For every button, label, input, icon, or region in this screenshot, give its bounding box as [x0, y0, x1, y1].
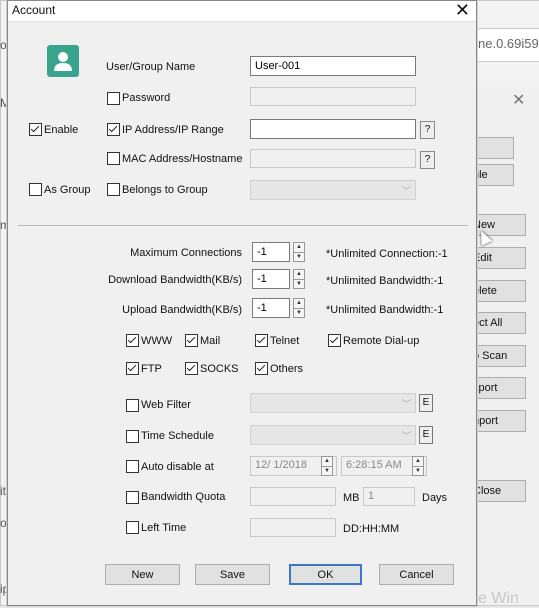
- auto-disable-time-text: 6:28:15 AM: [346, 459, 402, 471]
- bandwidth-quota-input[interactable]: [250, 487, 336, 506]
- ok-button[interactable]: OK: [289, 564, 362, 585]
- new-button[interactable]: New: [105, 564, 180, 585]
- mac-address-checkbox[interactable]: [107, 152, 120, 165]
- date-spinner[interactable]: ▲ ▼: [321, 456, 333, 476]
- bg-button-rule[interactable]: ule: [472, 164, 514, 186]
- belongs-to-group-select[interactable]: ﹀: [250, 180, 416, 200]
- bandwidth-quota-checkbox[interactable]: [126, 491, 139, 504]
- mac-help-button[interactable]: ?: [420, 151, 435, 169]
- as-group-label: As Group: [44, 184, 91, 196]
- remote-dialup-checkbox[interactable]: [328, 334, 341, 347]
- account-dialog: Account ✕ User/Group Name Password Enabl…: [7, 0, 477, 606]
- user-group-name-label: User/Group Name: [106, 61, 196, 73]
- time-schedule-select[interactable]: ﹀: [250, 425, 416, 445]
- bg-button-1[interactable]: [472, 137, 514, 159]
- belongs-to-group-checkbox[interactable]: [107, 183, 120, 196]
- divider: [18, 225, 468, 226]
- ip-help-button[interactable]: ?: [420, 121, 435, 139]
- www-label: WWW: [141, 335, 173, 347]
- password-input[interactable]: [250, 87, 416, 106]
- mb-label: MB: [343, 492, 360, 504]
- telnet-checkbox[interactable]: [255, 334, 268, 347]
- days-value: 1: [368, 490, 375, 502]
- left-time-checkbox[interactable]: [126, 521, 139, 534]
- chevron-down-icon: ﹀: [401, 431, 411, 441]
- cancel-button[interactable]: Cancel: [379, 564, 454, 585]
- password-checkbox[interactable]: [107, 92, 120, 105]
- upload-bandwidth-note: *Unlimited Bandwidth:-1: [326, 304, 444, 316]
- web-filter-checkbox[interactable]: [126, 399, 139, 412]
- max-connections-spinner[interactable]: ▲ ▼: [293, 242, 305, 262]
- password-label: Password: [122, 92, 171, 104]
- ftp-label: FTP: [141, 363, 162, 375]
- bg-button-edit[interactable]: Edit: [472, 247, 526, 269]
- ftp-checkbox[interactable]: [126, 362, 139, 375]
- chevron-down-icon: ﹀: [401, 399, 411, 409]
- upload-bandwidth-label: Upload Bandwidth(KB/s): [122, 304, 242, 316]
- bg-button-delete[interactable]: elete: [472, 280, 526, 302]
- web-filter-select[interactable]: ﹀: [250, 393, 416, 413]
- enable-label: Enable: [44, 124, 79, 136]
- bg-text-left-1: o: [0, 38, 7, 52]
- web-filter-label: Web Filter: [141, 399, 191, 411]
- upload-bandwidth-spinner[interactable]: ▲ ▼: [293, 298, 305, 318]
- user-avatar-icon: [47, 45, 79, 77]
- ip-address-input[interactable]: [250, 119, 416, 139]
- belongs-to-group-label: Belongs to Group: [122, 184, 208, 196]
- download-bandwidth-spinner[interactable]: ▲ ▼: [293, 269, 305, 289]
- bg-url-text: ne.0.69i59: [478, 36, 539, 51]
- socks-label: SOCKS: [200, 363, 239, 375]
- left-time-format: DD:HH:MM: [343, 523, 400, 535]
- others-checkbox[interactable]: [255, 362, 268, 375]
- time-schedule-label: Time Schedule: [141, 430, 214, 442]
- bg-button-auto-scan[interactable]: o Scan: [472, 345, 526, 367]
- auto-disable-date-text: 12/ 1/2018: [255, 459, 307, 471]
- ip-address-label: IP Address/IP Range: [122, 124, 224, 136]
- dialog-title: Account: [12, 3, 56, 17]
- download-bandwidth-note: *Unlimited Bandwidth:-1: [326, 275, 444, 287]
- bg-button-select-all[interactable]: ect All: [472, 312, 526, 334]
- www-checkbox[interactable]: [126, 334, 139, 347]
- as-group-checkbox[interactable]: [29, 183, 42, 196]
- left-time-input[interactable]: [250, 518, 336, 537]
- bg-close-icon[interactable]: ✕: [512, 90, 525, 110]
- ip-address-checkbox[interactable]: [107, 123, 120, 136]
- web-filter-edit-button[interactable]: E: [419, 394, 433, 412]
- enable-checkbox[interactable]: [29, 123, 42, 136]
- mail-checkbox[interactable]: [185, 334, 198, 347]
- socks-checkbox[interactable]: [185, 362, 198, 375]
- upload-bandwidth-input[interactable]: [252, 298, 290, 318]
- mail-label: Mail: [200, 335, 221, 347]
- remote-dialup-label: Remote Dial-up: [343, 335, 420, 347]
- download-bandwidth-input[interactable]: [252, 269, 290, 289]
- days-input[interactable]: 1: [363, 487, 415, 506]
- telnet-label: Telnet: [270, 335, 300, 347]
- bg-button-close[interactable]: Close: [472, 480, 526, 502]
- days-label: Days: [422, 492, 448, 504]
- time-schedule-checkbox[interactable]: [126, 430, 139, 443]
- user-group-name-input[interactable]: [250, 56, 416, 76]
- mac-address-label: MAC Address/Hostname: [122, 153, 243, 165]
- max-connections-input[interactable]: [252, 242, 290, 262]
- time-schedule-edit-button[interactable]: E: [419, 426, 433, 444]
- bg-text-left-5: o: [0, 516, 7, 530]
- time-spinner[interactable]: ▲ ▼: [412, 456, 424, 476]
- save-button[interactable]: Save: [195, 564, 270, 585]
- left-time-label: Left Time: [141, 522, 187, 534]
- mac-address-input[interactable]: [250, 149, 416, 168]
- auto-disable-checkbox[interactable]: [126, 460, 139, 473]
- max-connections-label: Maximum Connections: [130, 247, 242, 259]
- download-bandwidth-label: Download Bandwidth(KB/s): [108, 274, 242, 286]
- close-icon[interactable]: ✕: [455, 0, 470, 20]
- max-connections-note: *Unlimited Connection:-1: [326, 248, 448, 260]
- auto-disable-label: Auto disable at: [141, 461, 214, 473]
- bg-button-export[interactable]: xport: [472, 377, 526, 399]
- chevron-down-icon: ﹀: [401, 186, 411, 196]
- others-label: Others: [270, 363, 304, 375]
- bandwidth-quota-label: Bandwidth Quota: [141, 491, 226, 503]
- title-bar: Account ✕: [8, 0, 476, 22]
- bg-button-import[interactable]: nport: [472, 410, 526, 432]
